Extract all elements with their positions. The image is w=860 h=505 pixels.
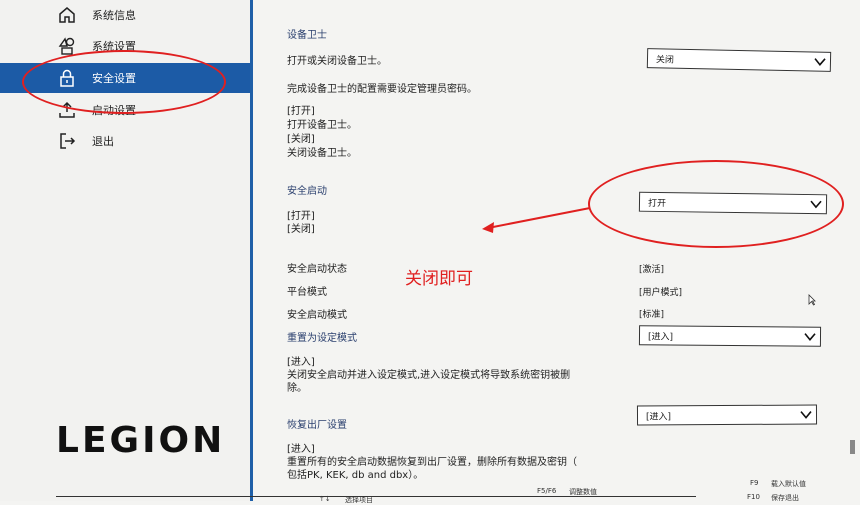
sidebar-item-security[interactable]: 安全设置 <box>0 63 250 93</box>
hint-text: 保存退出 <box>771 494 799 502</box>
sidebar-item-boot[interactable]: 启动设置 <box>0 95 250 125</box>
chevron-down-icon <box>810 200 822 209</box>
device-guard-title: 设备卫士 <box>287 30 327 41</box>
help-line: 除。 <box>287 383 307 394</box>
help-line: [打开] <box>287 106 315 117</box>
help-line: 关闭安全启动并进入设定模式,进入设定模式将导致系统密钥被删 <box>287 370 571 381</box>
exit-icon <box>60 133 76 149</box>
settings-panel: 设备卫士 打开或关闭设备卫士。 完成设备卫士的配置需要设定管理员密码。 [打开]… <box>253 0 860 501</box>
secure-boot-title: 安全启动 <box>287 186 327 197</box>
reset-setup-title: 重置为设定模式 <box>287 333 357 344</box>
legion-logo: LEGION <box>56 420 226 461</box>
sidebar-item-label: 系统设置 <box>92 40 136 53</box>
annotation-text: 关闭即可 <box>405 269 473 289</box>
footer-divider <box>56 496 696 497</box>
chevron-down-icon <box>804 333 816 341</box>
factory-reset-value: [进入] <box>645 412 672 423</box>
annotation-arrow <box>482 207 591 233</box>
device-guard-note: 完成设备卫士的配置需要设定管理员密码。 <box>287 84 477 95</box>
reset-setup-value: [进入] <box>647 332 674 343</box>
secure-boot-option: [关闭] <box>287 224 315 235</box>
status-label: 安全启动状态 <box>287 264 347 275</box>
help-line: 打开设备卫士。 <box>287 120 357 131</box>
lock-icon <box>60 69 74 87</box>
sidebar-item-label: 启动设置 <box>92 104 136 117</box>
chevron-down-icon <box>800 411 812 419</box>
sidebar-item-label: 退出 <box>92 135 114 148</box>
hint-key: F5/F6 <box>537 487 557 495</box>
sidebar-item-label: 安全设置 <box>92 72 136 85</box>
help-line: 包括PK, KEK, db and dbx）。 <box>287 470 424 481</box>
sidebar: 系统信息 系统设置 安全设置 启动设置 退出 LEGION <box>0 0 253 501</box>
hint-key: F10 <box>747 493 760 501</box>
hint-key: F9 <box>750 479 759 487</box>
help-line: 关闭设备卫士。 <box>287 148 357 159</box>
status-label: 平台模式 <box>287 287 327 298</box>
device-guard-select[interactable]: 关闭 <box>646 48 832 72</box>
boot-icon <box>59 101 75 118</box>
help-line: [关闭] <box>287 134 315 145</box>
reset-setup-select[interactable]: [进入] <box>638 325 822 347</box>
sidebar-item-system-info[interactable]: 系统信息 <box>0 0 250 30</box>
hint-text: 载入默认值 <box>771 480 806 488</box>
sidebar-item-label: 系统信息 <box>92 9 136 22</box>
factory-reset-select[interactable]: [进入] <box>636 404 818 426</box>
shapes-icon <box>58 37 75 55</box>
device-guard-value: 关闭 <box>655 55 675 66</box>
status-value: [激活] <box>639 265 665 275</box>
device-guard-description: 打开或关闭设备卫士。 <box>287 56 387 67</box>
home-icon <box>59 7 75 23</box>
footer-hints: ↑↓ 选择项目 F5/F6 调整数值 F9 载入默认值 F10 保存退出 <box>253 479 860 504</box>
status-label: 安全启动模式 <box>287 310 347 321</box>
sidebar-item-system-settings[interactable]: 系统设置 <box>0 31 250 61</box>
secure-boot-value: 打开 <box>647 198 667 210</box>
factory-reset-title: 恢复出厂设置 <box>287 420 347 431</box>
secure-boot-select[interactable]: 打开 <box>638 191 828 215</box>
status-value: [用户模式] <box>639 288 683 298</box>
mouse-cursor-icon <box>808 294 816 306</box>
scrollbar[interactable] <box>850 440 855 454</box>
chevron-down-icon <box>814 58 826 66</box>
status-value: [标准] <box>639 310 665 320</box>
sidebar-item-exit[interactable]: 退出 <box>0 126 250 156</box>
